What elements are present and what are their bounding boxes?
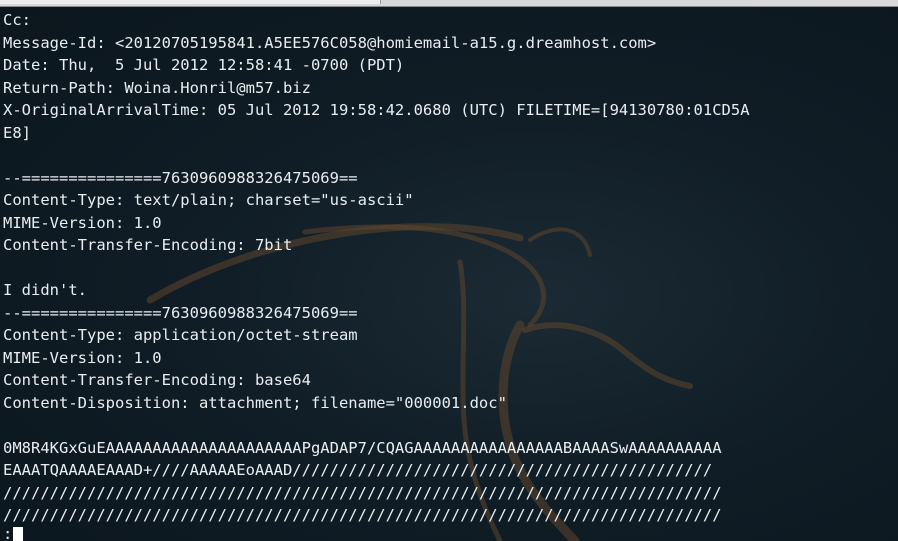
output-line: MIME-Version: 1.0 [3, 348, 162, 367]
output-line: ////////////////////////////////////////… [3, 483, 722, 502]
output-line: --===============7630960988326475069== [3, 303, 358, 322]
output-line [3, 257, 898, 280]
output-line: Content-Transfer-Encoding: 7bit [3, 236, 293, 254]
output-line: 0M8R4KGxGuEAAAAAAAAAAAAAAAAAAAAAPgADAP7/… [3, 438, 722, 457]
output-line: ////////////////////////////////////////… [3, 506, 722, 524]
output-line: Return-Path: Woina.Honril@m57.biz [3, 78, 311, 97]
output-line: Date: Thu, 5 Jul 2012 12:58:41 -0700 (PD… [3, 56, 405, 74]
pager-prompt-text: : [3, 525, 13, 541]
output-line: MIME-Version: 1.0 [3, 213, 162, 232]
output-line: X-OriginalArrivalTime: 05 Jul 2012 19:58… [3, 101, 750, 119]
output-line: Content-Type: application/octet-stream [3, 326, 358, 344]
text-cursor [13, 527, 24, 541]
menu-bar [0, 0, 898, 7]
output-line: EAAATQAAAAEAAAD+////AAAAAEoAAAD/////////… [3, 461, 713, 479]
menu-bar-fragment [0, 0, 381, 4]
pager-prompt[interactable]: : [3, 525, 24, 541]
output-line [3, 144, 898, 167]
output-line [3, 414, 898, 437]
terminal-window[interactable]: Cc: Message-Id: <20120705195841.A5EE576C… [0, 0, 898, 541]
output-line: Content-Type: text/plain; charset="us-as… [3, 191, 414, 209]
output-line: E8] [3, 123, 31, 142]
output-line: Content-Disposition: attachment; filenam… [3, 393, 507, 412]
output-line: --===============7630960988326475069== [3, 168, 358, 187]
output-line: Content-Transfer-Encoding: base64 [3, 371, 311, 389]
output-line: I didn't. [3, 281, 87, 299]
terminal-output: Cc: Message-Id: <20120705195841.A5EE576C… [3, 9, 898, 527]
output-line: Cc: [3, 11, 31, 29]
output-line: Message-Id: <20120705195841.A5EE576C058@… [3, 33, 657, 52]
